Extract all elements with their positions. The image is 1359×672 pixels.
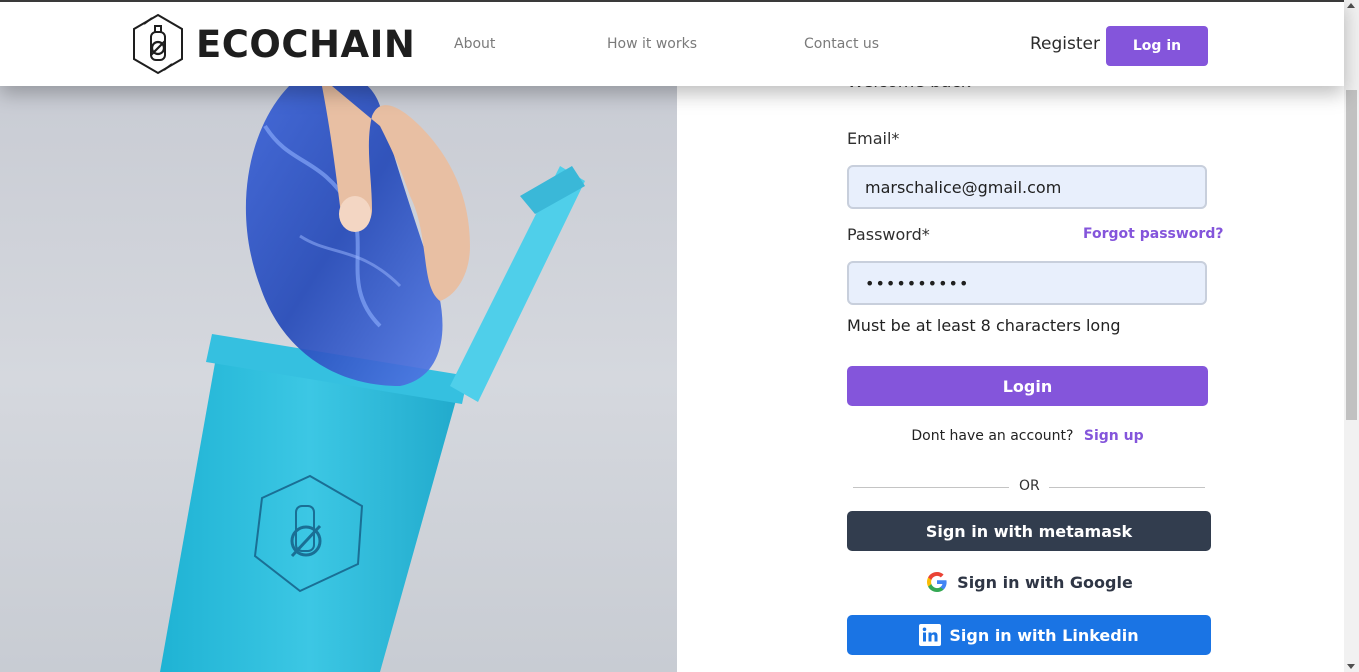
- scrollbar-thumb[interactable]: [1346, 90, 1357, 420]
- nav-about[interactable]: About: [454, 36, 495, 52]
- email-label: Email*: [847, 129, 900, 148]
- scroll-down-icon[interactable]: [1347, 664, 1355, 669]
- nav-contact-us[interactable]: Contact us: [804, 36, 879, 52]
- signup-link[interactable]: Sign up: [1084, 428, 1144, 444]
- password-hint: Must be at least 8 characters long: [847, 316, 1121, 335]
- email-field[interactable]: marschalice@gmail.com: [847, 165, 1207, 209]
- page-scrollbar[interactable]: [1344, 0, 1359, 672]
- metamask-signin-button[interactable]: Sign in with metamask: [847, 511, 1211, 551]
- divider-right: [1049, 487, 1205, 488]
- password-field[interactable]: ••••••••••: [847, 261, 1207, 305]
- brand-name: ECOCHAIN: [196, 22, 416, 66]
- divider-left: [853, 487, 1009, 488]
- signup-prompt-row: Dont have an account? Sign up: [847, 428, 1208, 444]
- nav-how-it-works[interactable]: How it works: [607, 36, 697, 52]
- recycle-bottle-icon: [133, 13, 183, 75]
- login-button[interactable]: Login: [847, 366, 1208, 406]
- linkedin-signin-button[interactable]: Sign in with Linkedin: [847, 615, 1211, 655]
- password-label: Password*: [847, 225, 930, 244]
- header-login-button[interactable]: Log in: [1106, 26, 1208, 66]
- hero-image: [0, 86, 677, 672]
- google-signin-button[interactable]: Sign in with Google: [847, 562, 1211, 602]
- google-button-label: Sign in with Google: [957, 572, 1133, 592]
- linkedin-button-label: Sign in with Linkedin: [949, 625, 1139, 645]
- signup-prompt-text: Dont have an account?: [911, 428, 1074, 444]
- or-divider-text: OR: [1019, 478, 1040, 494]
- brand-logo[interactable]: ECOCHAIN: [130, 12, 415, 76]
- forgot-password-link[interactable]: Forgot password?: [1083, 226, 1223, 242]
- register-link[interactable]: Register: [1030, 34, 1100, 54]
- scroll-up-icon[interactable]: [1347, 3, 1355, 8]
- top-navigation-bar: ECOCHAIN About How it works Contact us R…: [0, 0, 1344, 86]
- linkedin-icon: [919, 624, 942, 646]
- recycling-bin-photo: [160, 86, 585, 672]
- google-icon: [927, 572, 947, 592]
